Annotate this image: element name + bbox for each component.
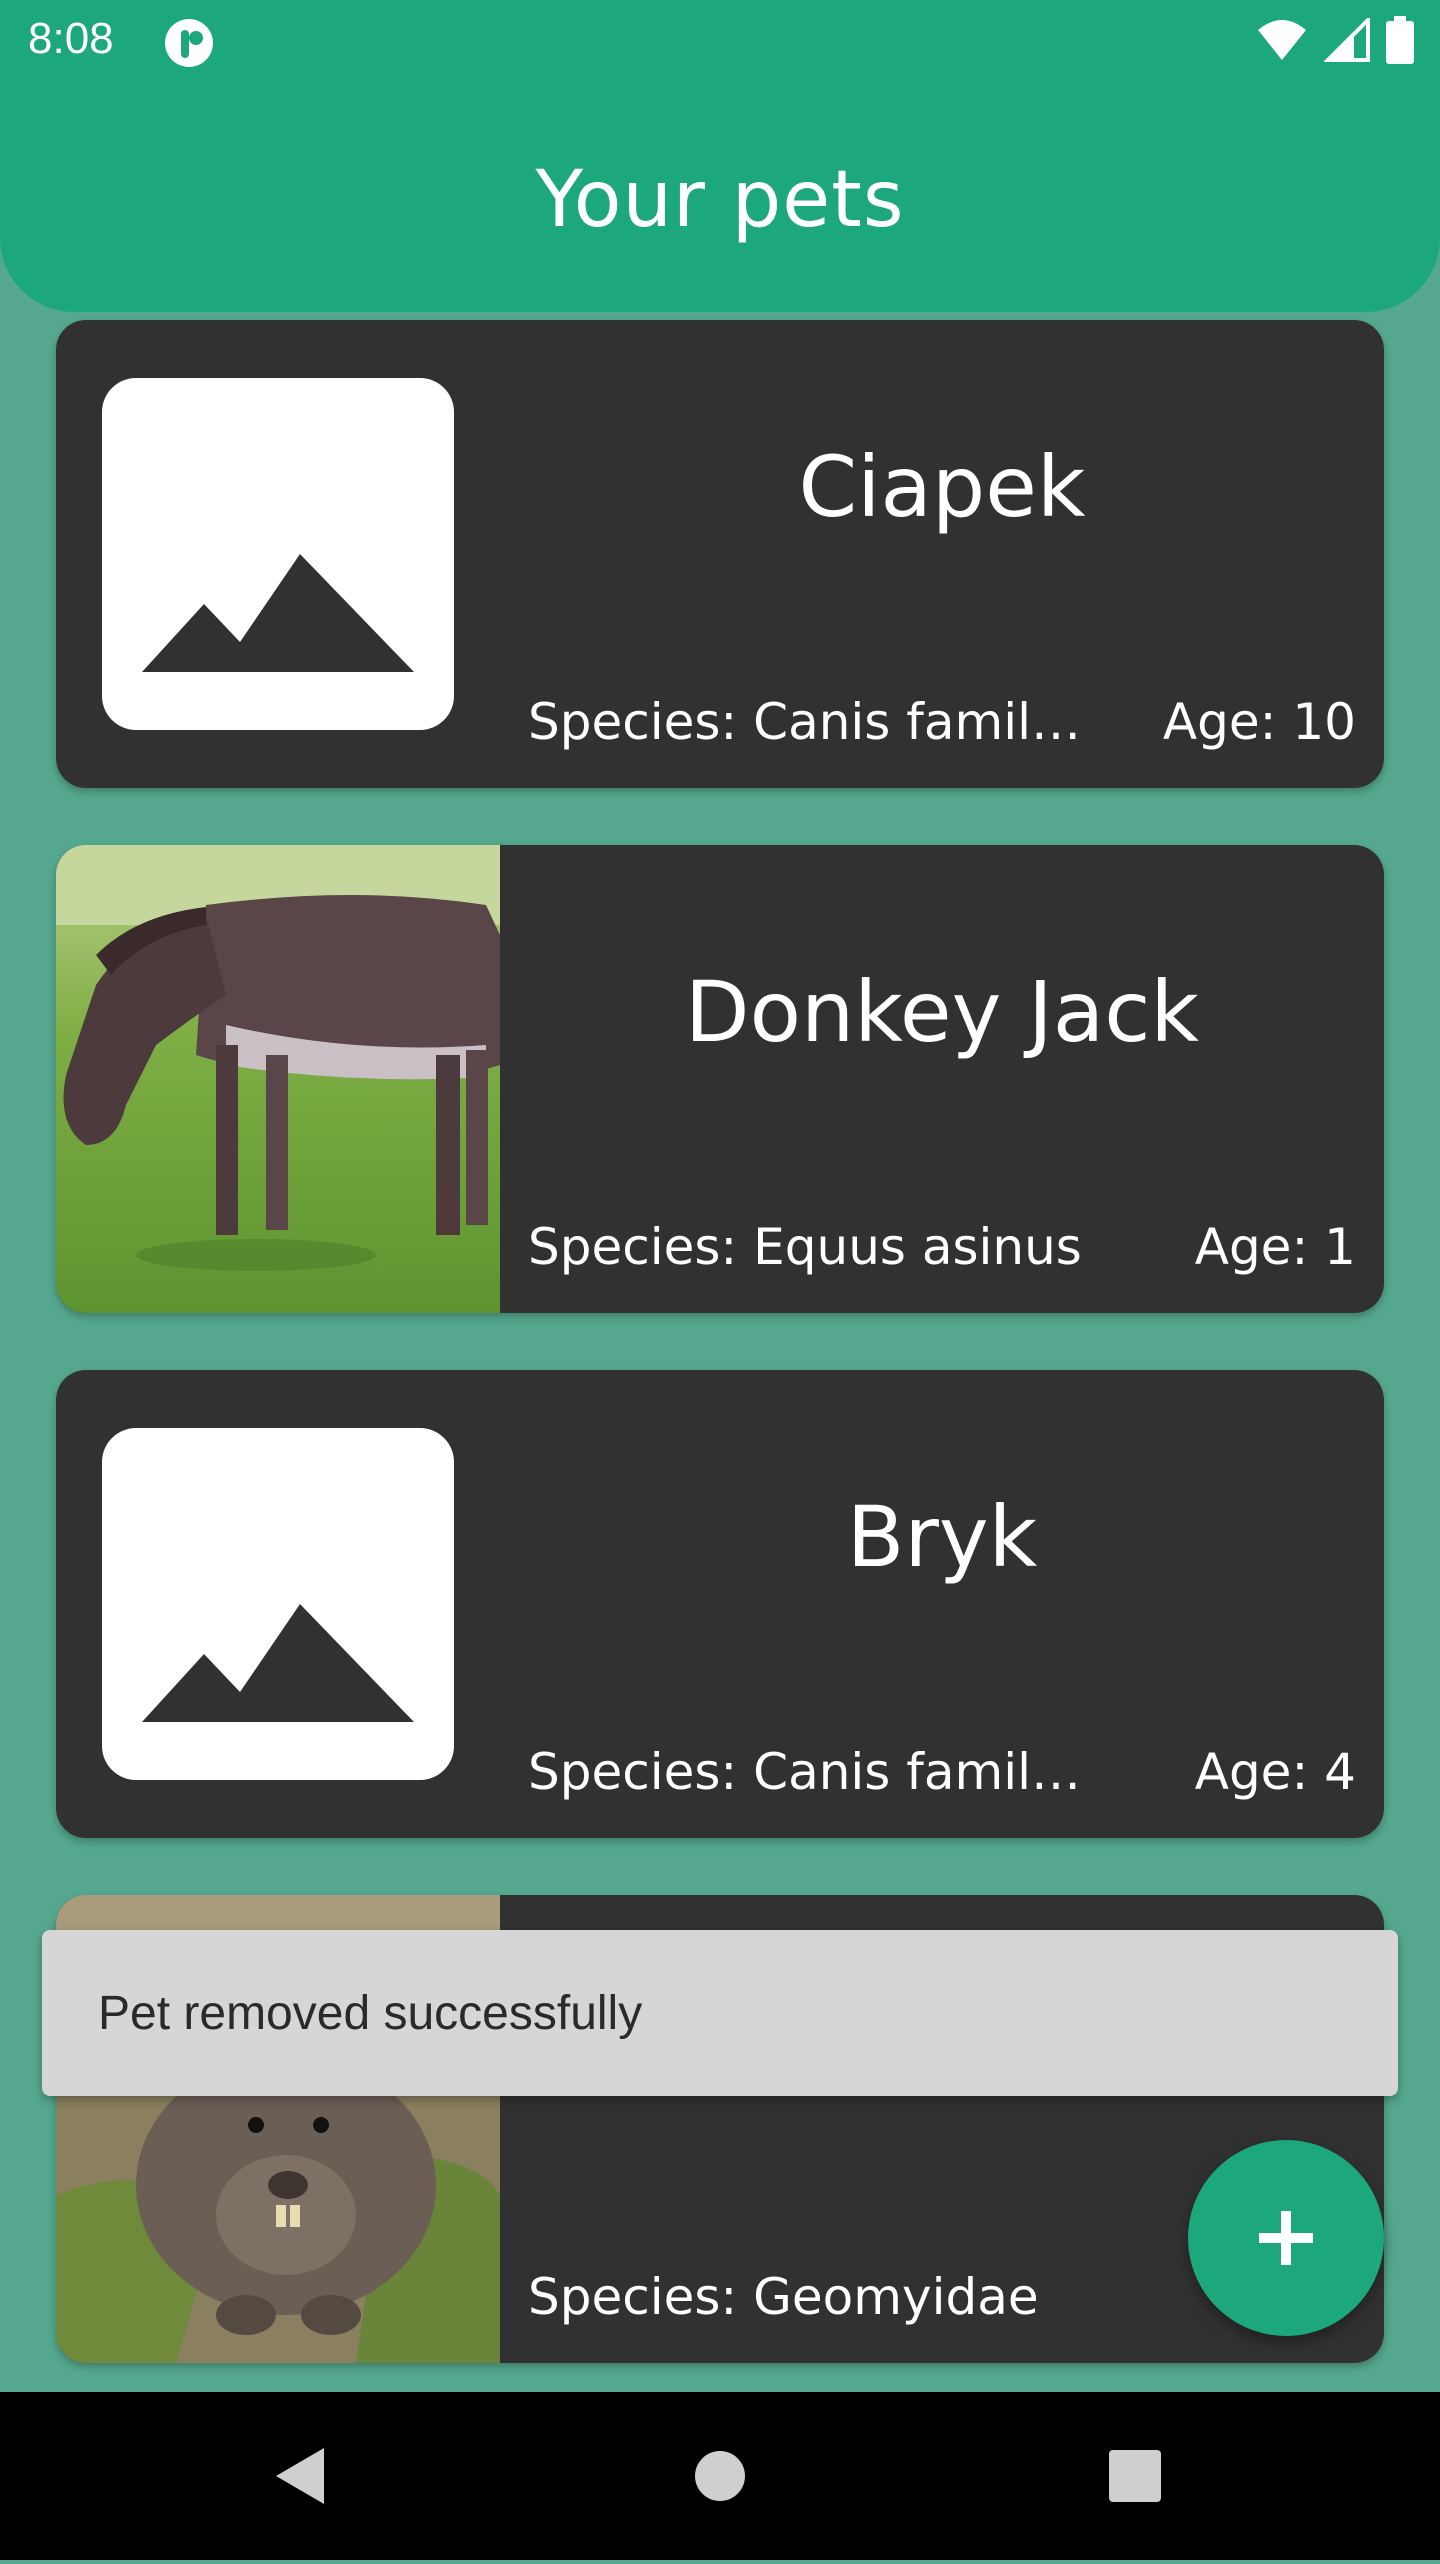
snackbar-message: Pet removed successfully — [98, 1987, 643, 2040]
pet-card[interactable]: Bryk Species: Canis famili... Age: 4 — [56, 1370, 1384, 1838]
recents-icon — [1109, 2450, 1161, 2502]
back-button[interactable] — [220, 2392, 380, 2560]
status-bar: 8:08 — [0, 0, 1440, 84]
pet-species: Species: Geomyidae — [528, 2268, 1039, 2326]
home-button[interactable] — [640, 2392, 800, 2560]
placeholder-image-icon — [102, 1428, 454, 1780]
recents-button[interactable] — [1054, 2392, 1214, 2560]
system-nav-bar — [0, 2392, 1440, 2560]
add-pet-button[interactable] — [1188, 2140, 1384, 2336]
cell-signal-icon — [1323, 15, 1370, 66]
pet-species: Species: Canis famili... — [528, 693, 1088, 751]
pet-age: Age: 10 — [1162, 693, 1356, 751]
plus-icon — [1259, 2211, 1313, 2265]
pet-name: Donkey Jack — [684, 963, 1200, 1061]
pet-name: Bryk — [846, 1488, 1038, 1586]
pet-name: Ciapek — [798, 438, 1086, 536]
app-notification-icon — [164, 18, 214, 68]
back-icon — [276, 2448, 324, 2504]
battery-icon — [1386, 16, 1414, 68]
status-time: 8:08 — [28, 14, 114, 63]
pet-card[interactable]: Ciapek Species: Canis famili... Age: 10 — [56, 320, 1384, 788]
home-icon — [695, 2451, 745, 2501]
page-title: Your pets — [535, 155, 905, 245]
wifi-icon — [1256, 18, 1308, 66]
app-header: 8:08 Your pets — [0, 0, 1440, 312]
pet-age: Age: 1 — [1194, 1218, 1356, 1276]
placeholder-image-icon — [102, 378, 454, 730]
pet-species: Species: Canis famili... — [528, 1743, 1088, 1801]
pet-age: Age: 4 — [1194, 1743, 1356, 1801]
donkey-photo — [56, 845, 500, 1313]
pet-card[interactable]: Donkey Jack Species: Equus asinus Age: 1 — [56, 845, 1384, 1313]
pet-species: Species: Equus asinus — [528, 1218, 1082, 1276]
snackbar: Pet removed successfully — [42, 1930, 1398, 2096]
